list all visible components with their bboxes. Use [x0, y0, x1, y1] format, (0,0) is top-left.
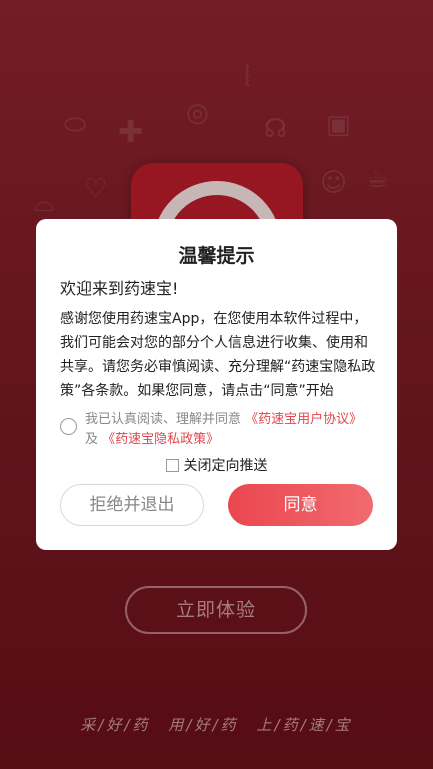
dialog-welcome: 欢迎来到药速宝!	[60, 279, 179, 298]
reject-exit-button[interactable]: 拒绝并退出	[60, 484, 204, 526]
and-text: 及	[85, 432, 99, 447]
dialog-body-text[interactable]: 感谢您使用药速宝App，在您使用本软件过程中，我们可能会对您的部分个人信息进行收…	[60, 307, 376, 403]
agree-prefix: 我已认真阅读、理解并同意	[85, 412, 242, 427]
privacy-policy-link[interactable]: 《药速宝隐私政策》	[102, 432, 219, 447]
push-label: 关闭定向推送	[183, 458, 268, 474]
agreement-row: 我已认真阅读、理解并同意 《药速宝用户协议》 及 《药速宝隐私政策》	[60, 410, 380, 450]
user-agreement-link[interactable]: 《药速宝用户协议》	[245, 412, 362, 427]
agreement-text: 我已认真阅读、理解并同意 《药速宝用户协议》 及 《药速宝隐私政策》	[85, 410, 380, 450]
agree-radio[interactable]	[60, 418, 77, 435]
start-experience-button[interactable]: 立即体验	[125, 586, 307, 634]
agree-button[interactable]: 同意	[228, 484, 373, 526]
push-checkbox[interactable]	[165, 459, 179, 472]
dialog-title: 温馨提示	[178, 245, 255, 267]
privacy-dialog: 温馨提示 欢迎来到药速宝! 感谢您使用药速宝App，在您使用本软件过程中，我们可…	[36, 219, 397, 550]
push-toggle-row[interactable]: 关闭定向推送	[36, 455, 397, 475]
slogan-text: 采/好/药 用/好/药 上/药/速/宝	[80, 716, 353, 734]
